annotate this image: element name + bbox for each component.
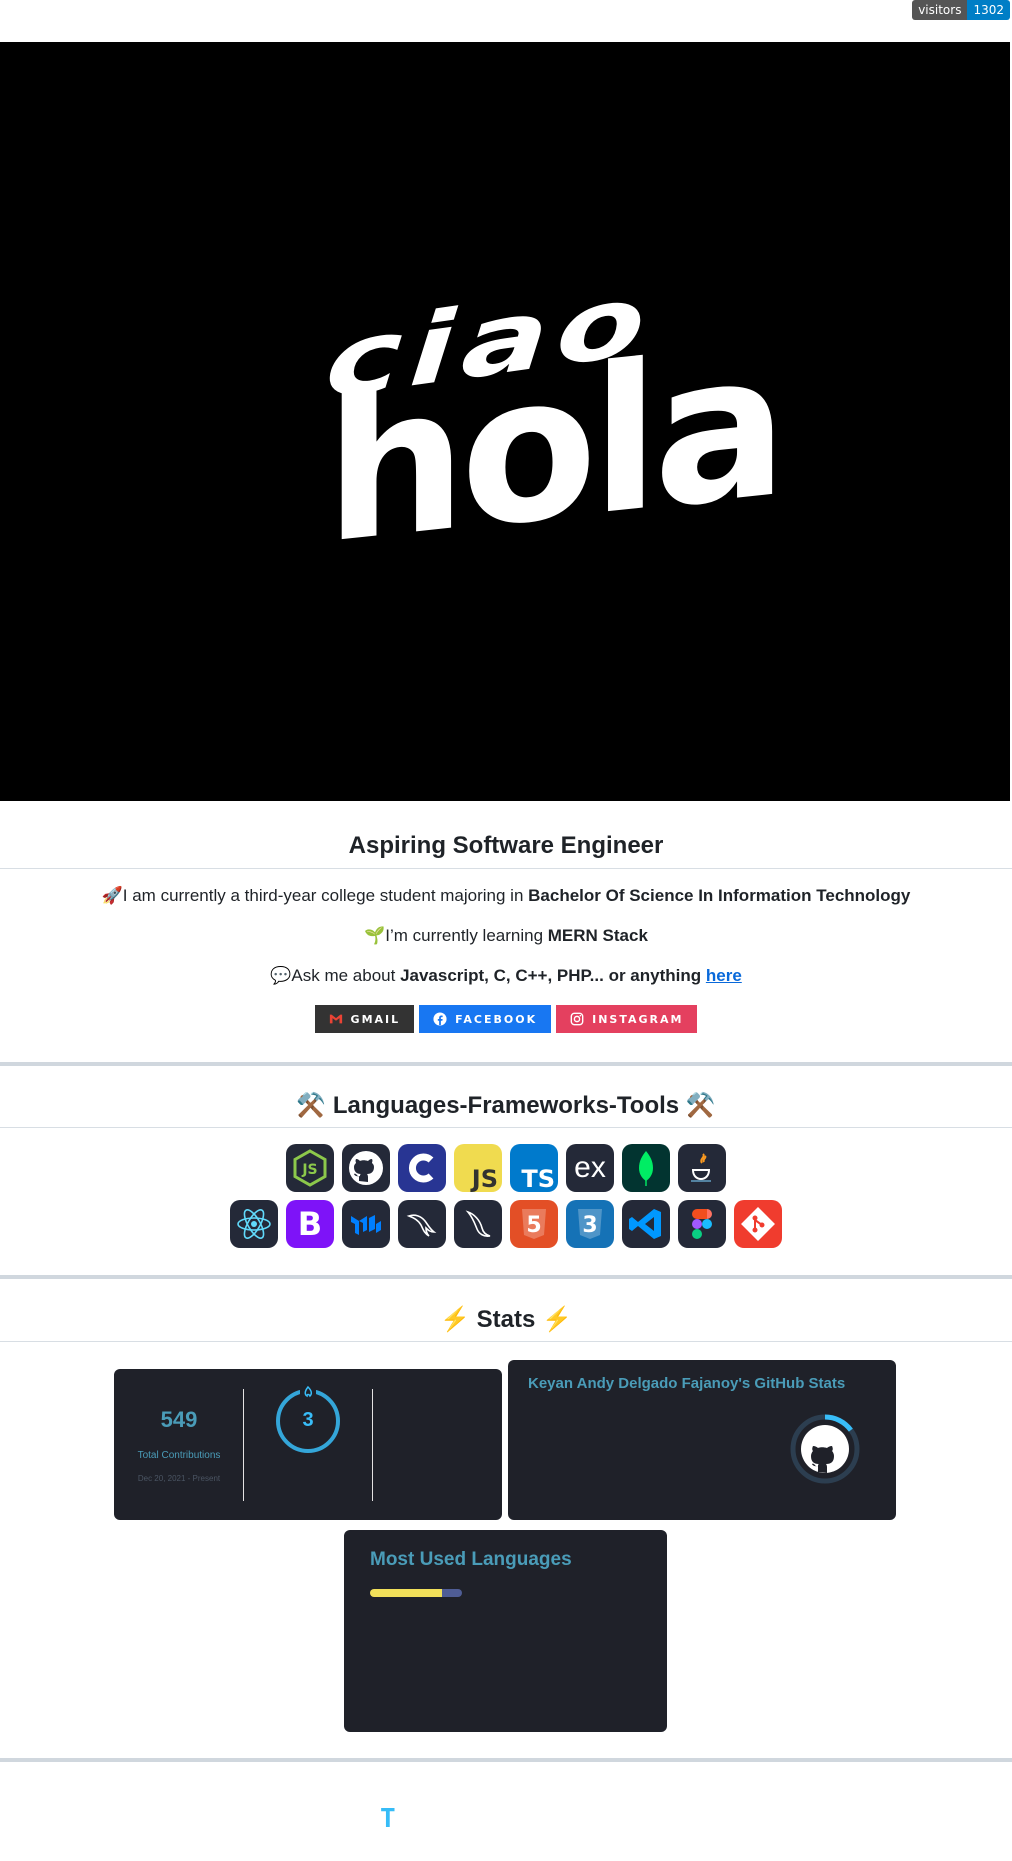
css3-icon: 3 [566, 1200, 614, 1248]
about-line-text: I’m currently learning [385, 926, 548, 945]
current-streak-value: 3 [302, 1409, 314, 1431]
nodejs-icon: JS [286, 1144, 334, 1192]
github-stats-card[interactable]: Keyan Andy Delgado Fajanoy's GitHub Stat… [508, 1360, 896, 1520]
svg-text:3: 3 [582, 1213, 597, 1238]
rocket-icon: 🚀 [101, 886, 123, 905]
about-line-learning: 🌱I’m currently learning MERN Stack [0, 926, 1012, 946]
gmail-label: GMAIL [350, 1012, 401, 1026]
streak-divider [243, 1389, 244, 1501]
total-contributions-label: Total Contributions [137, 1450, 221, 1461]
instagram-label: INSTAGRAM [592, 1012, 684, 1026]
figma-icon [678, 1200, 726, 1248]
section-divider [0, 1062, 1012, 1066]
stats-heading: ⚡ Stats ⚡ [440, 1306, 572, 1333]
mongodb-icon [622, 1144, 670, 1192]
divider [0, 1341, 1012, 1342]
contributions-range: Dec 20, 2021 - Present [137, 1474, 221, 1483]
html5-icon: 5 [510, 1200, 558, 1248]
divider [0, 868, 1012, 869]
express-icon: ex [566, 1144, 614, 1192]
social-badges: GMAIL FACEBOOK INSTAGRAM [0, 1005, 1012, 1033]
material-ui-icon [342, 1200, 390, 1248]
mysql-icon [398, 1200, 446, 1248]
flask-icon [454, 1200, 502, 1248]
streak-divider [372, 1389, 373, 1501]
section-divider [0, 1758, 1012, 1762]
tools-heading: ⚒️ Languages-Frameworks-Tools ⚒️ [296, 1092, 716, 1119]
git-icon [734, 1200, 782, 1248]
java-icon [678, 1144, 726, 1192]
github-rank-ring [790, 1414, 860, 1484]
about-line-degree: 🚀I am currently a third-year college stu… [0, 886, 1012, 906]
javascript-icon: JS [454, 1144, 502, 1192]
section-divider [0, 1275, 1012, 1279]
ask-topics: Javascript, C, C++, PHP... or anything [400, 966, 706, 985]
typing-text: T [380, 1804, 396, 1834]
github-stats-title: Keyan Andy Delgado Fajanoy's GitHub Stat… [528, 1375, 846, 1392]
about-heading: Aspiring Software Engineer [348, 832, 664, 859]
learning-stack: MERN Stack [547, 926, 648, 945]
gmail-icon [329, 1014, 342, 1024]
visitors-label: visitors [912, 0, 968, 20]
github-icon [342, 1144, 390, 1192]
ask-here-link[interactable]: here [706, 966, 742, 985]
facebook-badge[interactable]: FACEBOOK [419, 1005, 552, 1033]
degree-name: Bachelor Of Science In Information Techn… [528, 886, 911, 905]
facebook-label: FACEBOOK [455, 1012, 538, 1026]
total-contributions-value: 549 [160, 1407, 198, 1432]
top-languages-title: Most Used Languages [370, 1549, 572, 1570]
svg-text:5: 5 [526, 1213, 541, 1238]
about-line-text: Ask me about [291, 966, 401, 985]
vscode-icon [622, 1200, 670, 1248]
react-icon [230, 1200, 278, 1248]
divider [0, 1127, 1012, 1128]
top-languages-card[interactable]: Most Used Languages [344, 1530, 667, 1732]
about-line-text: I am currently a third-year college stud… [122, 886, 529, 905]
gmail-badge[interactable]: GMAIL [314, 1005, 415, 1033]
instagram-badge[interactable]: INSTAGRAM [556, 1005, 698, 1033]
language-segment-javascript [370, 1589, 442, 1597]
about-line-ask: 💬Ask me about Javascript, C, C++, PHP...… [0, 966, 1012, 986]
hero-word-hola: hola [325, 306, 782, 590]
language-segment-php [441, 1589, 462, 1597]
speech-bubble-icon: 💬 [270, 966, 292, 985]
visitors-badge: visitors 1302 [912, 0, 1010, 20]
languages-progress-bar [370, 1589, 462, 1597]
visitors-count: 1302 [967, 0, 1010, 20]
typescript-icon: TS [510, 1144, 558, 1192]
hero-banner: ciao hola [0, 42, 1010, 801]
bootstrap-icon: B [286, 1200, 334, 1248]
svg-text:JS: JS [301, 1162, 317, 1178]
seedling-icon: 🌱 [364, 926, 386, 945]
tools-row-2: B 5 3 [0, 1200, 1012, 1248]
streak-stats-card[interactable]: 549 Total Contributions Dec 20, 2021 - P… [114, 1369, 502, 1520]
tools-row-1: JS JS TS ex [0, 1144, 1012, 1192]
facebook-icon [433, 1012, 447, 1026]
c-language-icon [398, 1144, 446, 1192]
instagram-icon [570, 1012, 584, 1026]
